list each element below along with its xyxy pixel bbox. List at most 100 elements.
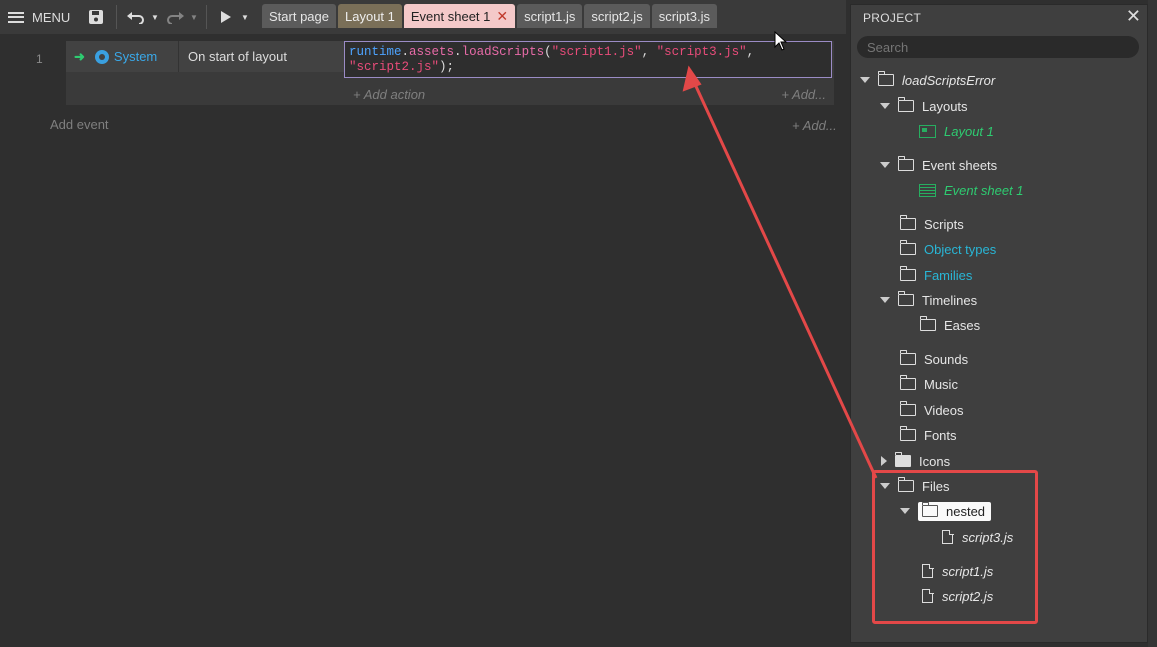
tab-script1[interactable]: script1.js xyxy=(517,4,583,28)
tab-label: Layout 1 xyxy=(345,8,395,24)
tree-item-icons[interactable]: Icons xyxy=(881,451,950,471)
folder-icon xyxy=(899,266,916,281)
folder-icon xyxy=(897,97,914,112)
tab-script2[interactable]: script2.js xyxy=(584,4,650,28)
code-token: ( xyxy=(544,45,552,59)
code-token: . xyxy=(401,45,410,59)
tree-item-fonts[interactable]: Fonts xyxy=(899,425,957,445)
divider xyxy=(116,5,117,29)
tree-label: Families xyxy=(924,267,973,283)
tree-item-families[interactable]: Families xyxy=(899,265,973,285)
folder-icon xyxy=(899,375,916,390)
expand-icon[interactable] xyxy=(880,103,890,109)
tree-item-object-types[interactable]: Object types xyxy=(899,239,997,259)
menu-button[interactable]: MENU xyxy=(8,0,70,34)
layout-icon xyxy=(919,124,936,138)
tree-label: Timelines xyxy=(922,292,978,308)
event-sheet-view: 1 ➜ System On start of layout runtime.as… xyxy=(0,34,846,647)
save-button[interactable] xyxy=(88,0,104,34)
chevron-down-icon: ▼ xyxy=(151,12,159,22)
code-string: "script2.js" xyxy=(349,60,440,74)
tree-label: Eases xyxy=(944,317,981,333)
tree-item-eases[interactable]: Eases xyxy=(919,315,981,335)
panel-title: PROJECT xyxy=(863,11,922,25)
undo-icon xyxy=(127,12,144,24)
preview-button[interactable]: ▼ xyxy=(220,0,249,34)
tree-label: Videos xyxy=(924,402,964,418)
tree-label: Event sheets xyxy=(922,157,998,173)
tree-label: Scripts xyxy=(924,216,964,232)
tree-item-videos[interactable]: Videos xyxy=(899,400,964,420)
folder-icon xyxy=(899,350,916,365)
tab-label: script2.js xyxy=(591,8,643,24)
tab-label: Start page xyxy=(269,8,329,24)
tree-item-timelines[interactable]: Timelines xyxy=(880,290,977,310)
folder-icon xyxy=(897,156,914,171)
divider xyxy=(206,5,207,29)
code-token: assets xyxy=(409,45,455,59)
code-token: ); xyxy=(439,60,455,74)
tab-event-sheet-1[interactable]: Event sheet 1 ✕ xyxy=(403,4,516,28)
add-action-button[interactable]: + Add action xyxy=(353,87,425,102)
tab-label: script1.js xyxy=(524,8,576,24)
annotation-box xyxy=(872,470,1038,624)
tree-item-layout-1[interactable]: Layout 1 xyxy=(919,121,994,141)
tree-item-scripts[interactable]: Scripts xyxy=(899,214,964,234)
close-icon[interactable]: ✕ xyxy=(1126,6,1141,27)
folder-icon xyxy=(899,426,916,441)
tree-item-sounds[interactable]: Sounds xyxy=(899,349,968,369)
search-input[interactable] xyxy=(857,36,1139,58)
expand-icon[interactable] xyxy=(880,162,890,168)
hamburger-icon xyxy=(8,11,24,23)
scrollbar[interactable] xyxy=(1148,0,1157,647)
folder-icon xyxy=(899,401,916,416)
code-string: "script1.js" xyxy=(551,45,642,59)
code-token: . xyxy=(454,45,462,59)
condition-text: On start of layout xyxy=(188,49,287,64)
event-sheet-icon xyxy=(919,183,936,197)
tree-item-root[interactable]: loadScriptsError xyxy=(860,70,995,90)
add-menu-button[interactable]: + Add... xyxy=(792,118,837,133)
event-condition[interactable]: ➜ System On start of layout xyxy=(66,41,344,72)
code-token: , xyxy=(746,45,755,59)
expand-icon[interactable] xyxy=(860,77,870,83)
tab-start-page[interactable]: Start page xyxy=(262,4,336,28)
tree-label: Object types xyxy=(924,241,997,257)
tab-label: script3.js xyxy=(658,8,710,24)
tab-label: Event sheet 1 xyxy=(410,8,491,24)
code-token: runtime xyxy=(349,45,402,59)
redo-button[interactable]: ▼ xyxy=(166,0,198,34)
code-token: , xyxy=(641,45,657,59)
tree-label: Icons xyxy=(919,453,951,469)
event-block[interactable]: ➜ System On start of layout runtime.asse… xyxy=(66,41,834,105)
tree-item-layouts[interactable]: Layouts xyxy=(880,96,968,116)
tree-item-music[interactable]: Music xyxy=(899,374,958,394)
tab-layout-1[interactable]: Layout 1 xyxy=(338,4,402,28)
trigger-arrow-icon: ➜ xyxy=(74,48,85,64)
collapse-icon[interactable] xyxy=(881,456,887,466)
folder-icon xyxy=(897,291,914,306)
play-icon xyxy=(221,11,231,23)
tab-script3[interactable]: script3.js xyxy=(651,4,717,28)
tree-item-event-sheets[interactable]: Event sheets xyxy=(880,155,997,175)
save-icon xyxy=(89,10,103,24)
close-icon[interactable]: ✕ xyxy=(496,8,508,25)
folder-icon xyxy=(899,240,916,255)
event-row-number: 1 xyxy=(36,52,43,66)
folder-icon xyxy=(899,215,916,230)
tree-label: loadScriptsError xyxy=(902,72,996,88)
expand-icon[interactable] xyxy=(880,297,890,303)
code-token: loadScripts xyxy=(461,45,545,59)
folder-icon xyxy=(894,452,911,467)
mouse-cursor-icon xyxy=(774,31,788,51)
redo-icon xyxy=(167,12,184,24)
code-string: "script3.js" xyxy=(656,45,747,59)
add-menu-button[interactable]: + Add... xyxy=(781,87,826,102)
tree-item-event-sheet-1[interactable]: Event sheet 1 xyxy=(919,180,1024,200)
menu-label: MENU xyxy=(32,9,71,25)
add-event-button[interactable]: Add event xyxy=(50,117,109,132)
chevron-down-icon: ▼ xyxy=(241,12,249,22)
tree-label: Layouts xyxy=(922,98,968,114)
undo-button[interactable]: ▼ xyxy=(127,0,159,34)
script-action[interactable]: runtime.assets.loadScripts("script1.js",… xyxy=(344,41,832,78)
